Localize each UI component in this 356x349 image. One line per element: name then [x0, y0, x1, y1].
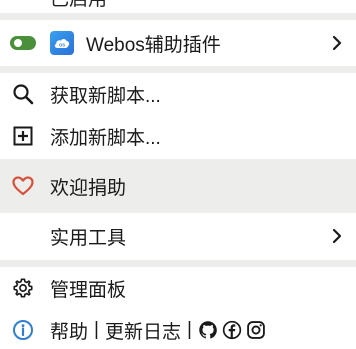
toggle-knob — [14, 39, 22, 47]
info-icon — [10, 317, 36, 343]
separator — [0, 13, 356, 20]
get-new-script-item[interactable]: 获取新脚本... — [0, 73, 356, 115]
facebook-icon[interactable] — [222, 320, 242, 340]
chevron-right-icon — [332, 35, 342, 51]
separator — [0, 66, 356, 73]
instagram-icon[interactable] — [246, 320, 266, 340]
footer-item: 帮助 | 更新日志 | — [0, 309, 356, 349]
heart-icon — [10, 173, 36, 199]
webos-cloud-icon: OS — [50, 31, 74, 55]
tampermonkey-popup-menu: 已启用 OS Webos辅助插件 获取新脚本... 添加新脚本... — [0, 0, 356, 349]
footer-links: 帮助 | 更新日志 | — [50, 309, 270, 349]
add-new-script-label: 添加新脚本... — [50, 127, 161, 149]
donate-label: 欢迎捐助 — [50, 177, 127, 199]
enabled-menu-item[interactable]: 已启用 — [0, 0, 356, 12]
utilities-label: 实用工具 — [50, 227, 127, 249]
add-box-icon — [10, 123, 36, 149]
svg-text:OS: OS — [59, 43, 65, 48]
script-item-webos[interactable]: OS Webos辅助插件 — [0, 20, 356, 66]
get-new-script-label: 获取新脚本... — [50, 85, 161, 107]
script-name: Webos辅助插件 — [86, 34, 221, 56]
dashboard-item[interactable]: 管理面板 — [0, 267, 356, 309]
footer-separator: | — [186, 319, 192, 340]
script-toggle[interactable] — [10, 36, 36, 50]
github-icon[interactable] — [198, 320, 218, 340]
donate-item[interactable]: 欢迎捐助 — [0, 159, 356, 213]
changelog-link[interactable]: 更新日志 — [105, 317, 181, 344]
add-new-script-item[interactable]: 添加新脚本... — [0, 115, 356, 157]
search-icon — [10, 81, 36, 107]
gear-icon — [10, 275, 36, 301]
separator — [0, 260, 356, 267]
utilities-item[interactable]: 实用工具 — [0, 213, 356, 259]
dashboard-label: 管理面板 — [50, 279, 127, 301]
footer-separator: | — [94, 319, 99, 340]
help-link[interactable]: 帮助 — [50, 317, 88, 344]
chevron-right-icon — [332, 228, 342, 244]
enabled-label: 已启用 — [50, 0, 107, 11]
